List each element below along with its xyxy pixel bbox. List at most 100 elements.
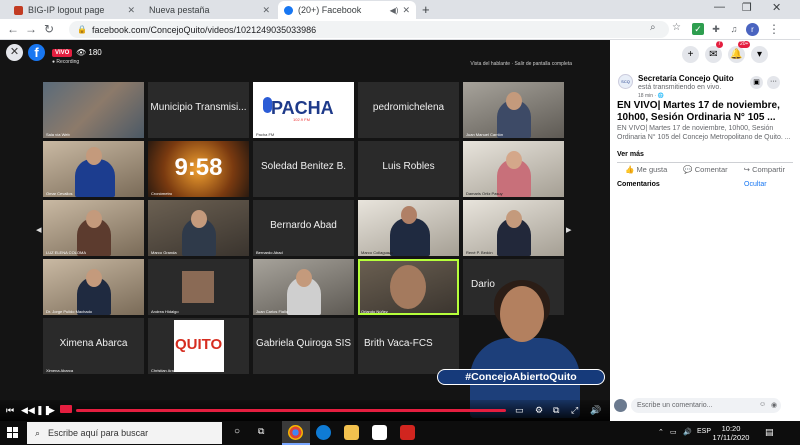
pip-icon[interactable]: ⧉: [553, 405, 559, 416]
page-name[interactable]: Secretaría Concejo Quito: [638, 74, 734, 83]
like-button[interactable]: 👍 Me gusta: [625, 165, 667, 174]
participant-name: Juan Carlos Fiallo: [256, 309, 289, 314]
language-indicator[interactable]: ESP: [697, 428, 711, 435]
new-tab-button[interactable]: +: [422, 2, 430, 17]
tab-bigip[interactable]: BIG-IP logout page ✕: [8, 1, 141, 19]
volume-icon[interactable]: 🔊: [590, 405, 601, 416]
skip-back-icon[interactable]: ⏮: [6, 405, 14, 416]
account-menu-icon[interactable]: ▾: [751, 46, 768, 63]
participant-tile[interactable]: QUITO Christian Arana: [148, 318, 249, 374]
windows-start-icon[interactable]: [7, 427, 18, 438]
participant-tile[interactable]: Sala vía Web: [43, 82, 144, 138]
rewind-icon[interactable]: ◀◀: [21, 405, 35, 416]
speaker-icon[interactable]: ◀): [390, 6, 399, 15]
participant-tile[interactable]: René P. Bedón: [463, 200, 564, 256]
page-avatar[interactable]: SCQ: [618, 74, 633, 89]
close-window-button[interactable]: ✕: [772, 1, 781, 14]
taskbar-search[interactable]: ⌕ Escribe aquí para buscar: [27, 422, 222, 444]
settings-gear-icon[interactable]: ⚙: [535, 405, 543, 416]
participant-tile[interactable]: Ximena Abarca Ximena Abarca: [43, 318, 144, 374]
participant-tile[interactable]: 9:58 Cronómetro: [148, 141, 249, 197]
zoom-top-buttons[interactable]: Vista del hablante · Salir de pantalla c…: [470, 61, 572, 67]
edge-icon[interactable]: [316, 425, 331, 440]
comment-button[interactable]: 💬 Comentar: [683, 165, 727, 174]
store-icon[interactable]: [372, 425, 387, 440]
participant-tile[interactable]: Gabriela Quiroga SIS: [253, 318, 354, 374]
save-icon[interactable]: ▣: [750, 76, 763, 89]
reload-button[interactable]: ↻: [44, 22, 54, 36]
network-icon[interactable]: ▭: [670, 428, 677, 436]
participant-tile[interactable]: Andrea Hidalgo: [148, 259, 249, 315]
task-view-icon[interactable]: ⧉: [258, 426, 264, 437]
participant-name: Cronómetro: [151, 191, 173, 196]
like-label: Me gusta: [636, 165, 668, 174]
participant-tile[interactable]: Juan Carlos Fiallo: [253, 259, 354, 315]
tab-new[interactable]: Nueva pestaña ✕: [143, 1, 276, 19]
forward-icon[interactable]: ▶: [48, 405, 55, 416]
share-button[interactable]: ↪ Compartir: [744, 165, 785, 174]
extensions-puzzle-icon[interactable]: ✚: [710, 23, 722, 35]
participant-tile[interactable]: Dr. Jorge Pulido Machado: [43, 259, 144, 315]
chrome-icon[interactable]: [288, 425, 303, 440]
taskbar-clock[interactable]: 10:20 17/11/2020: [711, 424, 751, 442]
participant-tile[interactable]: Brith Vaca-FCS: [358, 318, 459, 374]
acrobat-icon[interactable]: [400, 425, 415, 440]
participant-tile[interactable]: PACHA 102.9 FM Pacha FM: [253, 82, 354, 138]
participant-tile[interactable]: Luis Robles: [358, 141, 459, 197]
see-more-link[interactable]: Ver más: [617, 151, 644, 158]
chrome-menu-icon[interactable]: ⋮: [768, 22, 780, 36]
fullscreen-icon[interactable]: ⤢: [571, 405, 578, 416]
participant-tile[interactable]: Juan Manuel Carrión: [463, 82, 564, 138]
participant-tile[interactable]: Damaris Ortiz Pasuy: [463, 141, 564, 197]
participant-tile[interactable]: Bernardo Abad Bernardo Abad: [253, 200, 354, 256]
create-button[interactable]: +: [682, 46, 699, 63]
progress-bar[interactable]: [76, 409, 506, 412]
tab-facebook[interactable]: (20+) Facebook ◀) ✕: [278, 1, 416, 19]
more-options-icon[interactable]: ···: [767, 76, 780, 89]
extension-check-icon[interactable]: ✓: [692, 23, 704, 35]
participant-tile[interactable]: Omar Cevallos: [43, 141, 144, 197]
hide-comments-link[interactable]: Ocultar: [744, 181, 767, 188]
captions-icon[interactable]: ▭: [515, 405, 524, 416]
recording-label: Recording: [56, 59, 80, 65]
facebook-logo-icon[interactable]: f: [28, 44, 45, 61]
close-video-button[interactable]: ✕: [6, 44, 23, 61]
system-tray-arrow-icon[interactable]: ⌃: [658, 428, 664, 436]
notifications-badge: 20+: [738, 41, 751, 48]
post-time[interactable]: 18 min · 🌐: [638, 93, 664, 99]
volume-tray-icon[interactable]: 🔊: [683, 428, 692, 436]
zoom-icon[interactable]: ⌕: [650, 22, 656, 33]
participant-tile[interactable]: Municipio Transmisi...: [148, 82, 249, 138]
video-player[interactable]: ✕ f VIVO 👁 180 ● Recording Vista del hab…: [0, 40, 610, 421]
close-tab-icon[interactable]: ✕: [127, 5, 135, 16]
close-tab-icon[interactable]: ✕: [402, 5, 410, 16]
participant-tile[interactable]: Marco Granda: [148, 200, 249, 256]
participant-label: Ximena Abarca: [59, 338, 128, 349]
address-bar[interactable]: 🔒 facebook.com/ConcejoQuito/videos/10212…: [69, 21, 669, 38]
cortana-icon[interactable]: ○: [234, 426, 240, 437]
active-speaker-tile[interactable]: Orlando Núñez: [358, 259, 459, 315]
participant-tile[interactable]: Soledad Benitez B.: [253, 141, 354, 197]
participant-tile[interactable]: LUZ ELENA COLOMA: [43, 200, 144, 256]
prev-page-arrow-icon[interactable]: ◂: [36, 223, 42, 236]
media-controls-icon[interactable]: ♫: [728, 23, 740, 35]
next-page-arrow-icon[interactable]: ▸: [566, 223, 572, 236]
forward-button[interactable]: →: [25, 22, 37, 36]
minimize-button[interactable]: —: [714, 1, 725, 13]
participant-tile[interactable]: pedromichelena: [358, 82, 459, 138]
quito-logo: QUITO: [175, 336, 223, 353]
close-tab-icon[interactable]: ✕: [262, 5, 270, 16]
viewer-count: 👁 180: [76, 48, 102, 57]
notifications-bell-icon[interactable]: 🔔: [728, 46, 745, 63]
bookmark-star-icon[interactable]: ☆: [672, 22, 681, 33]
profile-avatar[interactable]: r: [746, 23, 759, 36]
maximize-button[interactable]: ❐: [742, 1, 752, 14]
lock-icon[interactable]: 🔒: [77, 25, 87, 34]
file-explorer-icon[interactable]: [344, 425, 359, 440]
back-button[interactable]: ←: [7, 22, 19, 36]
action-center-icon[interactable]: ▤: [765, 427, 774, 438]
emoji-icon[interactable]: ☺: [759, 401, 766, 408]
camera-icon[interactable]: ◉: [771, 401, 777, 409]
participant-tile[interactable]: Marco Collaguazo: [358, 200, 459, 256]
messenger-icon[interactable]: ✉: [705, 46, 722, 63]
